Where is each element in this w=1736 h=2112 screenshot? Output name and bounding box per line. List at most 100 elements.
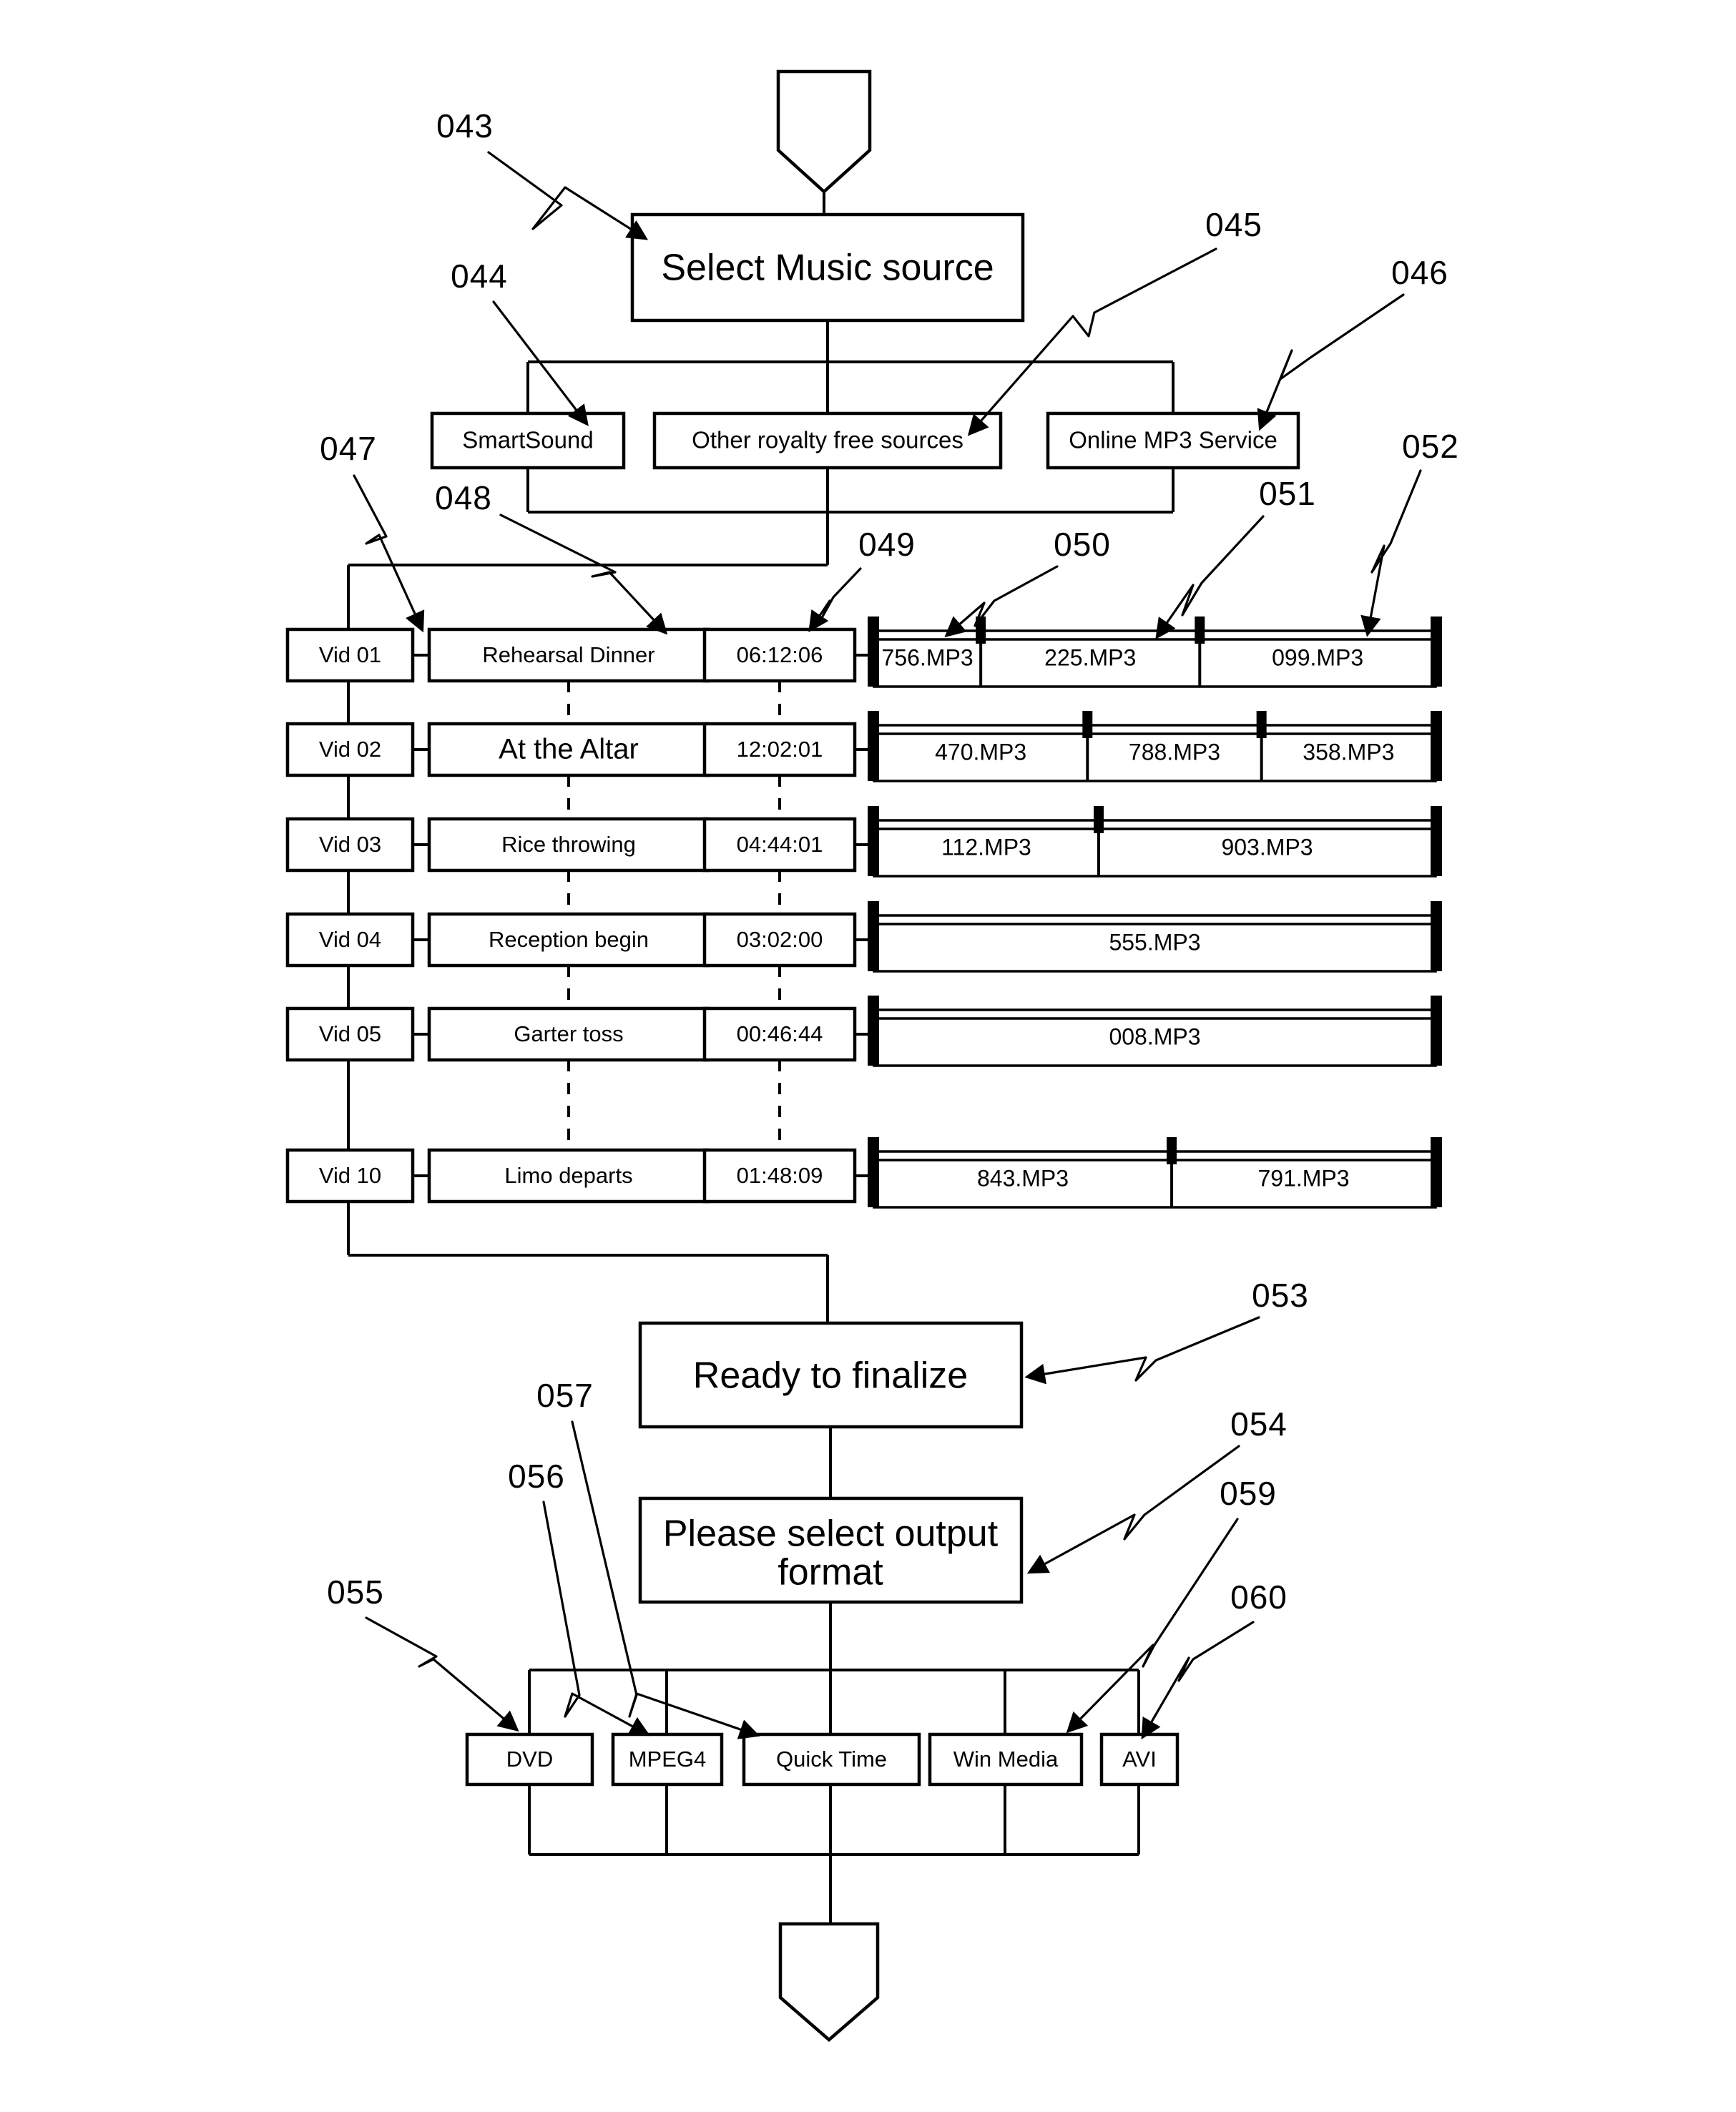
vid-id-box[interactable]: Vid 04 bbox=[285, 912, 415, 968]
reference-numeral-046: 046 bbox=[1391, 254, 1448, 291]
duration-label: 04:44:01 bbox=[737, 832, 823, 857]
scene-name-box[interactable]: Garter toss bbox=[427, 1006, 710, 1062]
reference-numeral-054: 054 bbox=[1230, 1405, 1288, 1443]
reference-numeral-044: 044 bbox=[451, 257, 508, 295]
output-format-bus-bottom bbox=[528, 1784, 1140, 1924]
scene-name-box[interactable]: Limo departs bbox=[427, 1148, 710, 1204]
duration-label: 12:02:01 bbox=[737, 737, 823, 762]
vid-id-label: Vid 10 bbox=[319, 1163, 381, 1188]
format-mpeg4-label: MPEG4 bbox=[629, 1747, 707, 1772]
music-clip-label: 791.MP3 bbox=[1257, 1165, 1349, 1191]
vid-id-box[interactable]: Vid 10 bbox=[285, 1148, 415, 1204]
vid-id-box[interactable]: Vid 02 bbox=[285, 722, 415, 777]
vid-id-label: Vid 01 bbox=[319, 642, 381, 667]
duration-box[interactable]: 12:02:01 bbox=[702, 722, 857, 777]
ready-to-finalize[interactable]: Ready to finalize bbox=[638, 1321, 1024, 1429]
please-select-output-format[interactable]: Please select output format bbox=[638, 1496, 1024, 1604]
reference-numeral-045: 045 bbox=[1205, 206, 1262, 243]
music-track[interactable]: 555.MP3 bbox=[868, 901, 1442, 973]
reference-numeral-047: 047 bbox=[320, 430, 377, 467]
format-avi-label: AVI bbox=[1122, 1747, 1157, 1772]
format-dvd[interactable]: DVD bbox=[465, 1732, 594, 1787]
track-start-marker bbox=[868, 617, 879, 687]
smartsound-label: SmartSound bbox=[462, 427, 593, 453]
select-music-source[interactable]: Select Music source bbox=[630, 212, 1025, 323]
leader-051 bbox=[1155, 515, 1265, 639]
music-track[interactable]: 112.MP3 903.MP3 bbox=[868, 806, 1442, 878]
video-row: Vid 01 Rehearsal Dinner 06:12:06 756.MP3 225… bbox=[285, 617, 1442, 724]
scene-name-box[interactable]: At the Altar bbox=[427, 722, 710, 777]
music-track[interactable]: 843.MP3 791.MP3 bbox=[868, 1137, 1442, 1209]
vid-id-label: Vid 02 bbox=[319, 737, 381, 762]
track-start-marker bbox=[868, 996, 879, 1066]
duration-box[interactable]: 06:12:06 bbox=[702, 627, 857, 683]
vid-id-box[interactable]: Vid 01 bbox=[285, 627, 415, 683]
output-format-group: DVD MPEG4 Quick Time Win Media AVI bbox=[465, 1732, 1180, 1787]
select-music-source-label: Select Music source bbox=[661, 247, 994, 289]
duration-box[interactable]: 00:46:44 bbox=[702, 1006, 857, 1062]
figure-canvas: Select Music source SmartSound Other roy… bbox=[0, 0, 1736, 2112]
leader-049 bbox=[808, 567, 862, 632]
reference-numeral-060: 060 bbox=[1230, 1578, 1288, 1616]
reference-numeral-049: 049 bbox=[858, 526, 916, 563]
leader-050 bbox=[944, 565, 1059, 638]
track-end-marker bbox=[1431, 617, 1442, 687]
track-start-marker bbox=[868, 711, 879, 781]
reference-numeral-059: 059 bbox=[1220, 1475, 1277, 1512]
end-terminator bbox=[778, 1922, 880, 2042]
music-clip-label: 756.MP3 bbox=[882, 644, 974, 670]
video-row: Vid 04 Reception begin 03:02:00 555.MP3 bbox=[285, 901, 1442, 1008]
online-mp3-service-label: Online MP3 Service bbox=[1069, 427, 1278, 453]
track-end-marker bbox=[1431, 1137, 1442, 1207]
duration-box[interactable]: 04:44:01 bbox=[702, 817, 857, 873]
scene-name-label: Reception begin bbox=[489, 927, 649, 952]
track-start-marker bbox=[868, 901, 879, 971]
music-clip-label: 903.MP3 bbox=[1221, 834, 1313, 860]
scene-name-box[interactable]: Reception begin bbox=[427, 912, 710, 968]
scene-name-box[interactable]: Rehearsal Dinner bbox=[427, 627, 710, 683]
music-track[interactable]: 008.MP3 bbox=[868, 996, 1442, 1067]
scene-name-label: Garter toss bbox=[514, 1021, 623, 1046]
music-clip-label: 099.MP3 bbox=[1272, 644, 1363, 670]
please-select-output-format-line2: format bbox=[778, 1552, 883, 1593]
duration-box[interactable]: 01:48:09 bbox=[702, 1148, 857, 1204]
format-quick-time-label: Quick Time bbox=[776, 1747, 887, 1772]
online-mp3-service[interactable]: Online MP3 Service bbox=[1046, 411, 1300, 470]
duration-box[interactable]: 03:02:00 bbox=[702, 912, 857, 968]
reference-numeral-051: 051 bbox=[1259, 475, 1316, 512]
leader-043 bbox=[487, 151, 649, 240]
track-end-marker bbox=[1431, 806, 1442, 876]
clip-boundary-marker bbox=[1167, 1137, 1177, 1164]
format-dvd-label: DVD bbox=[506, 1747, 553, 1772]
leader-056 bbox=[542, 1500, 651, 1737]
format-quick-time[interactable]: Quick Time bbox=[742, 1732, 921, 1787]
leader-053 bbox=[1024, 1316, 1260, 1385]
track-end-marker bbox=[1431, 901, 1442, 971]
video-row: Vid 05 Garter toss 00:46:44 008.MP3 bbox=[285, 996, 1442, 1150]
music-track[interactable]: 470.MP3 788.MP3 358.MP3 bbox=[868, 711, 1442, 782]
other-royalty-free-sources-label: Other royalty free sources bbox=[692, 427, 963, 453]
smartsound[interactable]: SmartSound bbox=[430, 411, 626, 470]
scene-name-label: Limo departs bbox=[504, 1163, 632, 1188]
leader-048 bbox=[499, 514, 668, 635]
vid-id-label: Vid 05 bbox=[319, 1021, 381, 1046]
music-track[interactable]: 756.MP3 225.MP3 099.MP3 bbox=[868, 617, 1442, 688]
format-win-media[interactable]: Win Media bbox=[928, 1732, 1084, 1787]
video-rows-group: Vid 01 Rehearsal Dinner 06:12:06 756.MP3 225… bbox=[285, 617, 1442, 1209]
leader-047 bbox=[353, 474, 425, 633]
reference-numeral-052: 052 bbox=[1402, 428, 1459, 465]
vid-id-box[interactable]: Vid 05 bbox=[285, 1006, 415, 1062]
vid-id-box[interactable]: Vid 03 bbox=[285, 817, 415, 873]
scene-name-label: At the Altar bbox=[499, 734, 639, 765]
start-terminator bbox=[776, 69, 872, 195]
music-clip-label: 225.MP3 bbox=[1044, 644, 1136, 670]
format-mpeg4[interactable]: MPEG4 bbox=[611, 1732, 724, 1787]
music-clip-label: 470.MP3 bbox=[935, 739, 1026, 765]
reference-numeral-048: 048 bbox=[435, 479, 492, 516]
other-royalty-free-sources[interactable]: Other royalty free sources bbox=[652, 411, 1003, 470]
duration-label: 00:46:44 bbox=[737, 1021, 823, 1046]
music-clip-label: 843.MP3 bbox=[977, 1165, 1069, 1191]
format-avi[interactable]: AVI bbox=[1099, 1732, 1180, 1787]
vid-id-label: Vid 04 bbox=[319, 927, 381, 952]
scene-name-box[interactable]: Rice throwing bbox=[427, 817, 710, 873]
